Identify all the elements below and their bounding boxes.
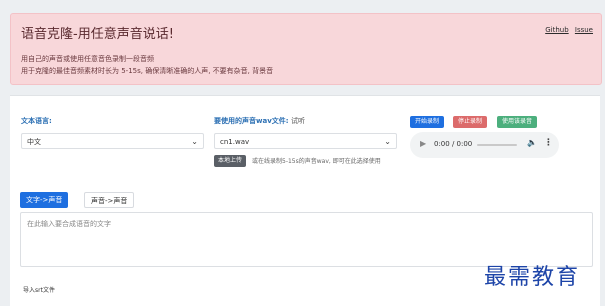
alert-banner: 语音克隆-用任意声音说话! Github Issue 用自己的声音或使用任意音色…: [10, 13, 602, 85]
banner-desc-line-1: 用自己的声音或使用任意音色录制一段音频: [21, 55, 154, 63]
chevron-down-icon: ⌄: [191, 137, 198, 146]
listen-sublabel: 试听: [291, 117, 305, 125]
srt-import-label[interactable]: 导入srt文件: [23, 285, 55, 294]
audio-time: 0:00 / 0:00: [434, 140, 473, 148]
chevron-down-icon: ⌄: [384, 137, 391, 146]
page-title: 语音克隆-用任意声音说话!: [21, 27, 174, 42]
voice-file-label: 要使用的声音wav文件: 试听: [214, 116, 305, 126]
start-record-button[interactable]: 开始录制: [410, 116, 445, 128]
voice-file-select[interactable]: cn1.wav ⌄: [214, 133, 397, 149]
more-vert-icon[interactable]: ⋮: [544, 138, 553, 148]
tab-speech-to-speech[interactable]: 声音->声音: [84, 192, 135, 208]
header-links: Github Issue: [541, 26, 593, 34]
local-upload-button[interactable]: 本地上传: [214, 155, 247, 167]
github-link[interactable]: Github: [545, 26, 568, 34]
banner-desc-line-2: 用于克隆的最佳音频素材时长为 5-15s, 确保清晰准确的人声, 不要有杂音, …: [21, 67, 274, 75]
text-language-select[interactable]: 中文 ⌄: [21, 133, 204, 149]
watermark-logo: 最需教育: [484, 265, 581, 290]
banner-description: 用自己的声音或使用任意音色录制一段音频 用于克隆的最佳音频素材时长为 5-15s…: [21, 53, 273, 77]
text-language-label: 文本语言:: [21, 117, 52, 125]
text-language-value: 中文: [27, 138, 41, 146]
issue-link[interactable]: Issue: [575, 26, 593, 34]
use-recording-button[interactable]: 使用该录音: [497, 116, 538, 128]
voice-file-value: cn1.wav: [220, 138, 250, 146]
voice-file-label-text: 要使用的声音wav文件:: [214, 117, 289, 125]
audio-player: ▶ 0:00 / 0:00 🔈 ⋮: [410, 132, 559, 158]
tab-text-to-speech[interactable]: 文字->声音: [20, 192, 69, 208]
stop-record-button[interactable]: 停止录制: [453, 116, 488, 128]
audio-progress-bar[interactable]: [477, 144, 517, 146]
volume-icon[interactable]: 🔈: [527, 138, 537, 147]
play-icon[interactable]: ▶: [420, 139, 426, 148]
